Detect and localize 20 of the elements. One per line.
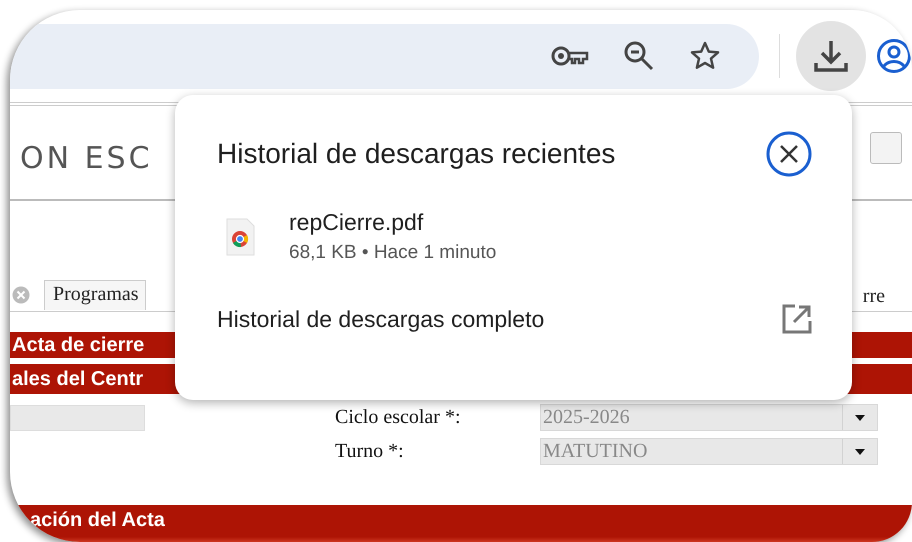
file-name[interactable]: repCierre.pdf: [289, 209, 496, 236]
file-details: 68,1 KB • Hace 1 minuto: [289, 242, 496, 264]
input-field[interactable]: [10, 404, 145, 430]
page-tab[interactable]: rre: [862, 282, 885, 308]
full-history-link[interactable]: Historial de descargas completo: [217, 306, 544, 332]
field-label: Turno *:: [335, 440, 405, 463]
profile-icon[interactable]: [876, 38, 912, 74]
star-icon[interactable]: [689, 40, 722, 72]
external-link-icon[interactable]: [782, 304, 812, 334]
page-tab[interactable]: Programas: [44, 280, 146, 310]
field-label: Ciclo escolar *:: [335, 406, 462, 429]
close-icon[interactable]: [766, 131, 812, 177]
caret-icon: [855, 448, 865, 454]
popup-title: Historial de descargas recientes: [217, 138, 616, 170]
key-icon[interactable]: [551, 45, 590, 67]
page-header: ON ESC: [20, 141, 153, 176]
pdf-file-icon: [225, 218, 255, 256]
zoom-out-icon[interactable]: [623, 40, 656, 72]
download-icon: [813, 39, 850, 73]
caret-icon: [855, 414, 865, 420]
